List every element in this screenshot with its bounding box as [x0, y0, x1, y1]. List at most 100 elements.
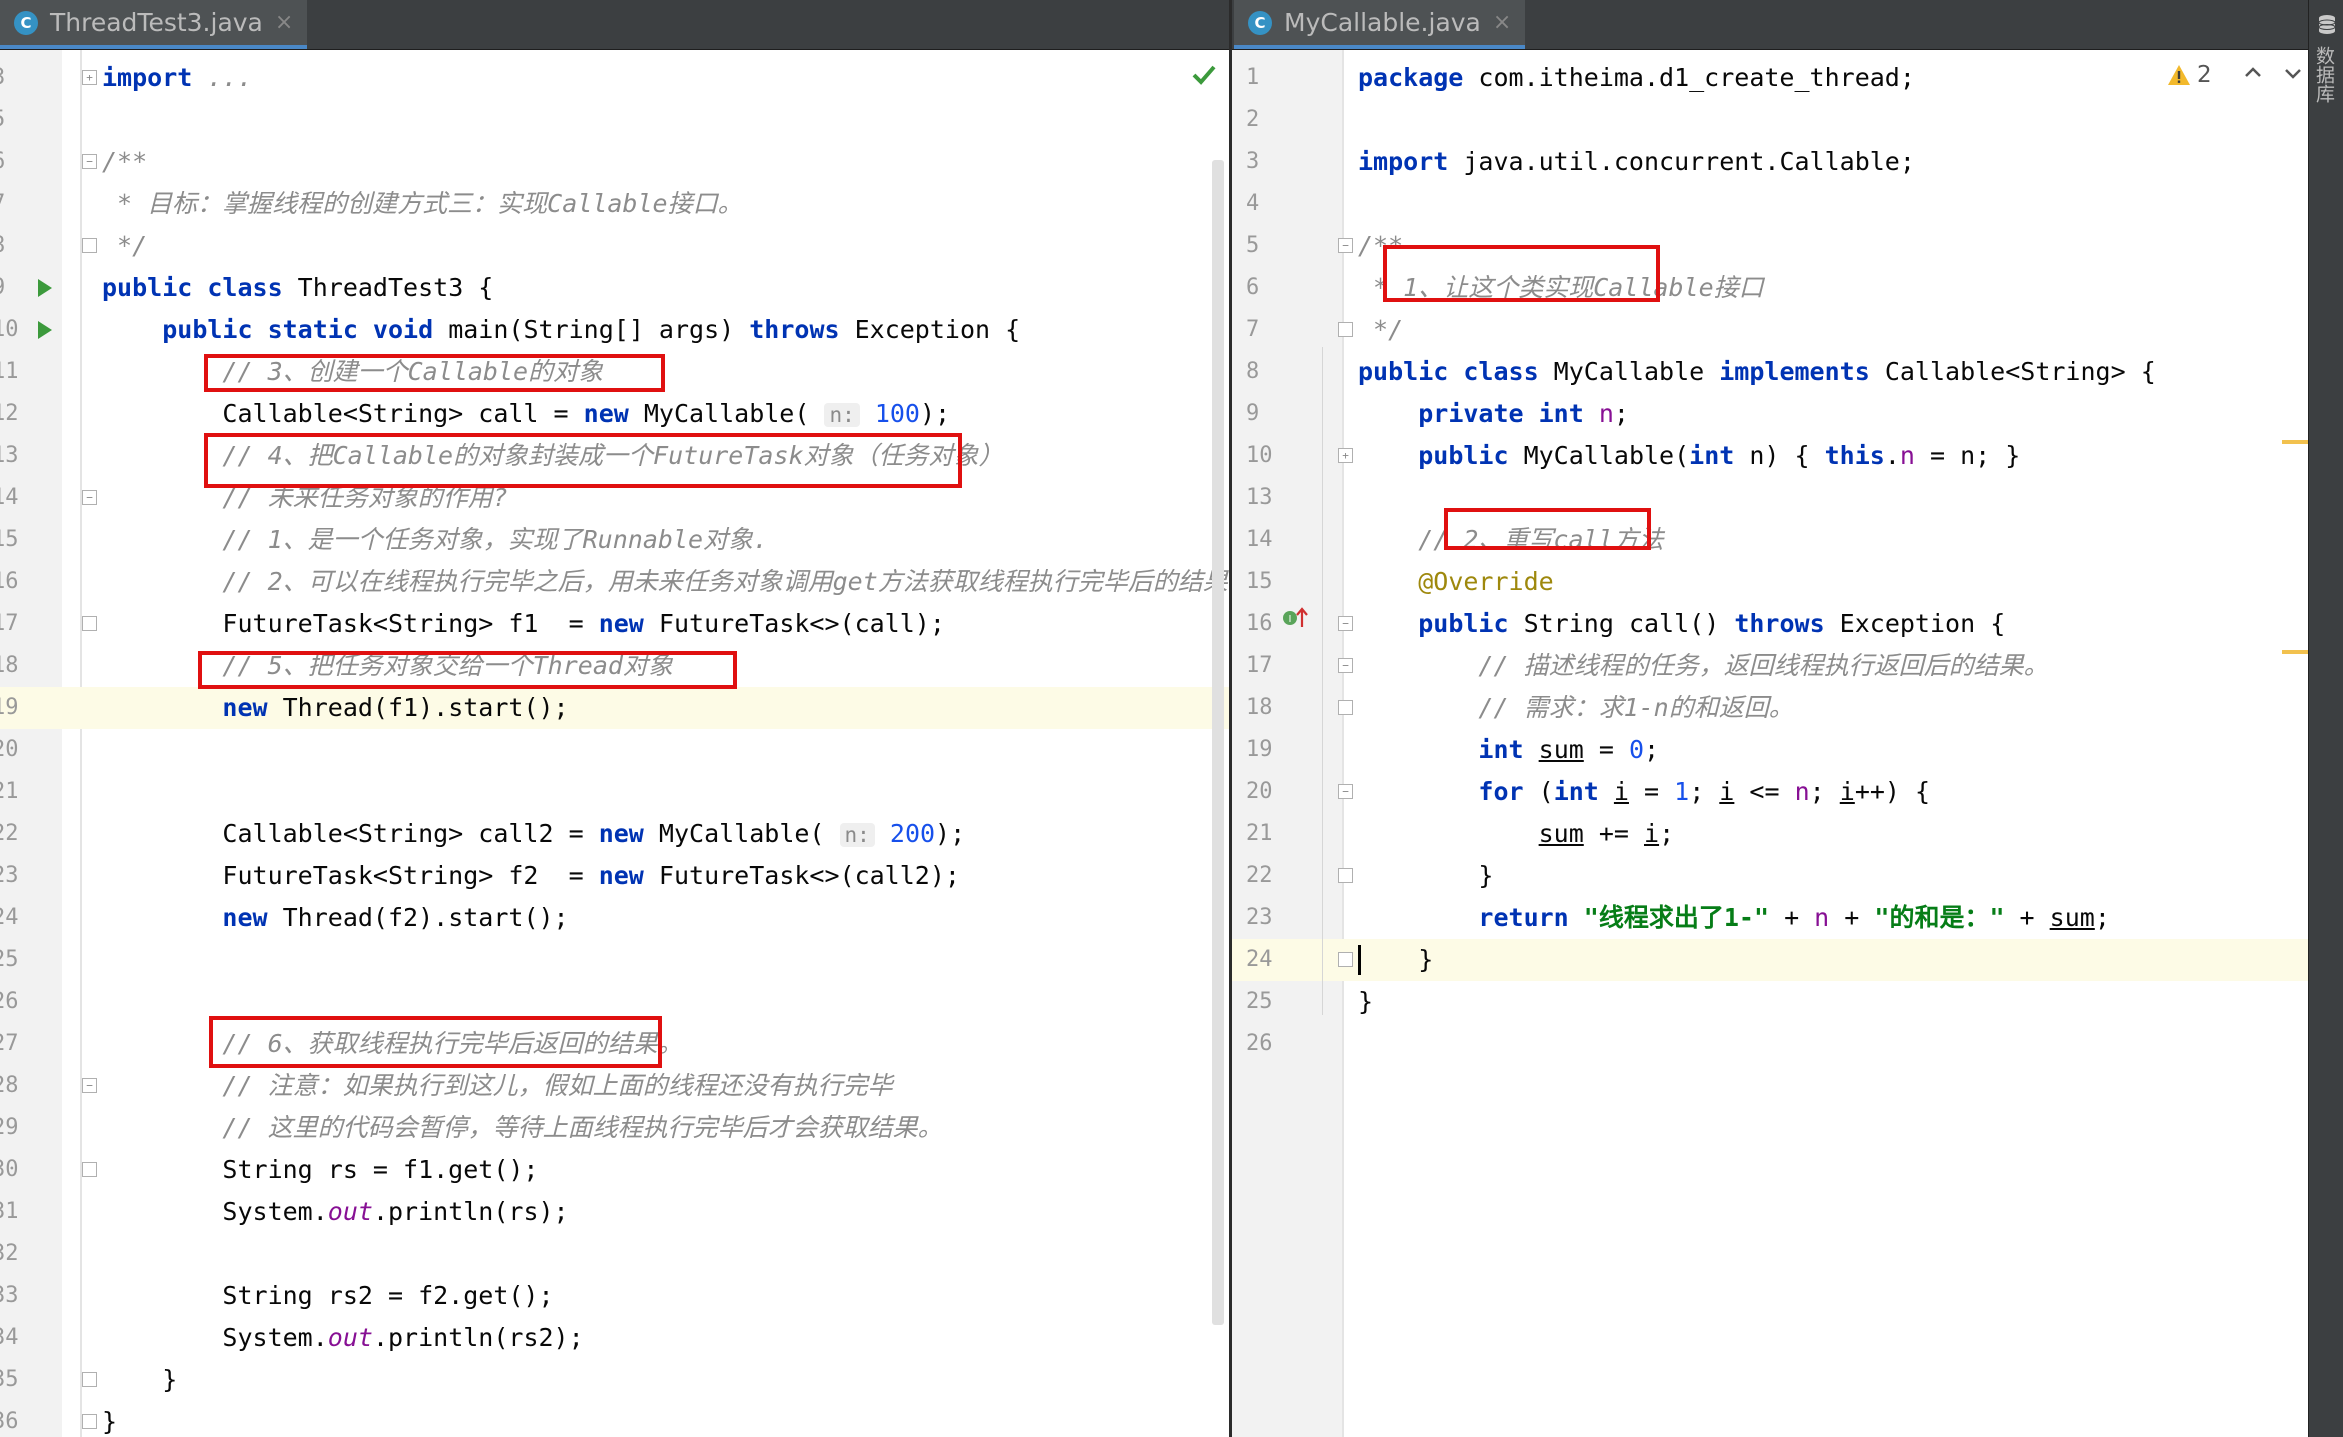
- line-number[interactable]: 25: [0, 939, 19, 981]
- code-text[interactable]: import ...: [102, 57, 253, 99]
- code-line[interactable]: 25: [0, 939, 1229, 981]
- line-number[interactable]: 27: [0, 1023, 19, 1065]
- code-text[interactable]: }: [1358, 939, 1433, 981]
- line-number[interactable]: 8: [1246, 351, 1259, 393]
- code-line[interactable]: 10 public static void main(String[] args…: [0, 309, 1229, 351]
- code-line[interactable]: 3 import ... +: [0, 57, 1229, 99]
- code-text[interactable]: import java.util.concurrent.Callable;: [1358, 141, 1915, 183]
- code-text[interactable]: public static void main(String[] args) t…: [102, 309, 1020, 351]
- fold-marker-icon[interactable]: [1338, 322, 1353, 337]
- fold-marker-icon[interactable]: −: [82, 154, 97, 169]
- line-number[interactable]: 12: [0, 393, 19, 435]
- tab-threadtest3[interactable]: C ThreadTest3.java ×: [0, 0, 308, 49]
- code-line[interactable]: 24 new Thread(f2).start();: [0, 897, 1229, 939]
- code-line[interactable]: 26: [1232, 1023, 2308, 1065]
- line-number[interactable]: 13: [0, 435, 19, 477]
- code-text[interactable]: }: [1358, 981, 1373, 1023]
- code-line[interactable]: 20 for (int i = 1; i <= n; i++) {−: [1232, 771, 2308, 813]
- fold-marker-icon[interactable]: [82, 1414, 97, 1429]
- code-line[interactable]: 10 public MyCallable(int n) { this.n = n…: [1232, 435, 2308, 477]
- code-line[interactable]: 21 sum += i;: [1232, 813, 2308, 855]
- code-text[interactable]: }: [102, 1359, 177, 1401]
- code-line[interactable]: 23 FutureTask<String> f2 = new FutureTas…: [0, 855, 1229, 897]
- fold-marker-icon[interactable]: [82, 238, 97, 253]
- run-gutter-icon[interactable]: [38, 279, 52, 297]
- code-line[interactable]: 23 return "线程求出了1-" + n + "的和是：" + sum;: [1232, 897, 2308, 939]
- code-line[interactable]: 24 }: [1232, 939, 2308, 981]
- code-text[interactable]: // 1、是一个任务对象，实现了Runnable对象.: [102, 519, 768, 561]
- line-number[interactable]: 10: [1246, 435, 1273, 477]
- database-side-panel[interactable]: 数据库: [2308, 0, 2343, 1437]
- code-line[interactable]: 1 package com.itheima.d1_create_thread;: [1232, 57, 2308, 99]
- fold-marker-icon[interactable]: −: [1338, 238, 1353, 253]
- tab-mycallable[interactable]: C MyCallable.java ×: [1234, 0, 1526, 49]
- code-text[interactable]: sum += i;: [1358, 813, 1675, 855]
- code-line[interactable]: 17 FutureTask<String> f1 = new FutureTas…: [0, 603, 1229, 645]
- code-line[interactable]: 22 Callable<String> call2 = new MyCallab…: [0, 813, 1229, 855]
- fold-marker-icon[interactable]: +: [82, 70, 97, 85]
- line-number[interactable]: 18: [1246, 687, 1273, 729]
- line-number[interactable]: 8: [0, 225, 5, 267]
- line-number[interactable]: 2: [1246, 99, 1259, 141]
- previous-highlight-icon[interactable]: [2242, 62, 2264, 84]
- code-line[interactable]: 12 Callable<String> call = new MyCallabl…: [0, 393, 1229, 435]
- line-number[interactable]: 20: [1246, 771, 1273, 813]
- code-line[interactable]: 13: [1232, 477, 2308, 519]
- line-number[interactable]: 14: [0, 477, 19, 519]
- fold-marker-icon[interactable]: +: [1338, 448, 1353, 463]
- code-line[interactable]: 19 int sum = 0;: [1232, 729, 2308, 771]
- code-line[interactable]: 3 import java.util.concurrent.Callable;: [1232, 141, 2308, 183]
- code-text[interactable]: // 注意：如果执行到这儿，假如上面的线程还没有执行完毕: [102, 1065, 892, 1107]
- code-line[interactable]: 8 public class MyCallable implements Call…: [1232, 351, 2308, 393]
- line-number[interactable]: 3: [1246, 141, 1259, 183]
- line-number[interactable]: 34: [0, 1317, 19, 1359]
- code-line[interactable]: 4: [1232, 183, 2308, 225]
- code-text[interactable]: String rs2 = f2.get();: [102, 1275, 553, 1317]
- code-text[interactable]: private int n;: [1358, 393, 1629, 435]
- warning-marker[interactable]: [2282, 440, 2308, 444]
- line-number[interactable]: 11: [0, 351, 19, 393]
- code-line[interactable]: 28 // 注意：如果执行到这儿，假如上面的线程还没有执行完毕−: [0, 1065, 1229, 1107]
- fold-marker-icon[interactable]: −: [1338, 784, 1353, 799]
- code-text[interactable]: public MyCallable(int n) { this.n = n; }: [1358, 435, 2020, 477]
- code-text[interactable]: System.out.println(rs);: [102, 1191, 568, 1233]
- vertical-scrollbar[interactable]: [1212, 160, 1224, 1325]
- code-line[interactable]: 8 */: [0, 225, 1229, 267]
- line-number[interactable]: 29: [0, 1107, 19, 1149]
- line-number[interactable]: 23: [1246, 897, 1273, 939]
- line-number[interactable]: 1: [1246, 57, 1259, 99]
- code-text[interactable]: for (int i = 1; i <= n; i++) {: [1358, 771, 1930, 813]
- code-line[interactable]: 30 String rs = f1.get();: [0, 1149, 1229, 1191]
- code-text[interactable]: public String call() throws Exception {: [1358, 603, 2005, 645]
- code-text[interactable]: public class MyCallable implements Calla…: [1358, 351, 2156, 393]
- line-number[interactable]: 5: [1246, 225, 1259, 267]
- line-number[interactable]: 6: [0, 141, 5, 183]
- line-number[interactable]: 16: [1246, 603, 1273, 645]
- code-line[interactable]: 35 }: [0, 1359, 1229, 1401]
- code-line[interactable]: 16 public String call() throws Exception…: [1232, 603, 2308, 645]
- fold-marker-icon[interactable]: [82, 1372, 97, 1387]
- warning-marker[interactable]: [2282, 650, 2308, 654]
- code-line[interactable]: 14 // 2、重写call方法: [1232, 519, 2308, 561]
- line-number[interactable]: 21: [1246, 813, 1273, 855]
- line-number[interactable]: 28: [0, 1065, 19, 1107]
- line-number[interactable]: 30: [0, 1149, 19, 1191]
- line-number[interactable]: 24: [0, 897, 19, 939]
- code-line[interactable]: 5: [0, 99, 1229, 141]
- close-tab-icon[interactable]: ×: [1493, 10, 1511, 35]
- line-number[interactable]: 21: [0, 771, 19, 813]
- code-line[interactable]: 2: [1232, 99, 2308, 141]
- line-number[interactable]: 13: [1246, 477, 1273, 519]
- line-number[interactable]: 32: [0, 1233, 19, 1275]
- line-number[interactable]: 10: [0, 309, 19, 351]
- code-line[interactable]: 22 }: [1232, 855, 2308, 897]
- line-number[interactable]: 15: [1246, 561, 1273, 603]
- line-number[interactable]: 9: [0, 267, 5, 309]
- code-text[interactable]: String rs = f1.get();: [102, 1149, 538, 1191]
- line-number[interactable]: 16: [0, 561, 19, 603]
- code-text[interactable]: */: [102, 225, 147, 267]
- code-line[interactable]: 18 // 需求：求1-n的和返回。: [1232, 687, 2308, 729]
- code-line[interactable]: 32: [0, 1233, 1229, 1275]
- fold-marker-icon[interactable]: −: [1338, 658, 1353, 673]
- line-number[interactable]: 26: [0, 981, 19, 1023]
